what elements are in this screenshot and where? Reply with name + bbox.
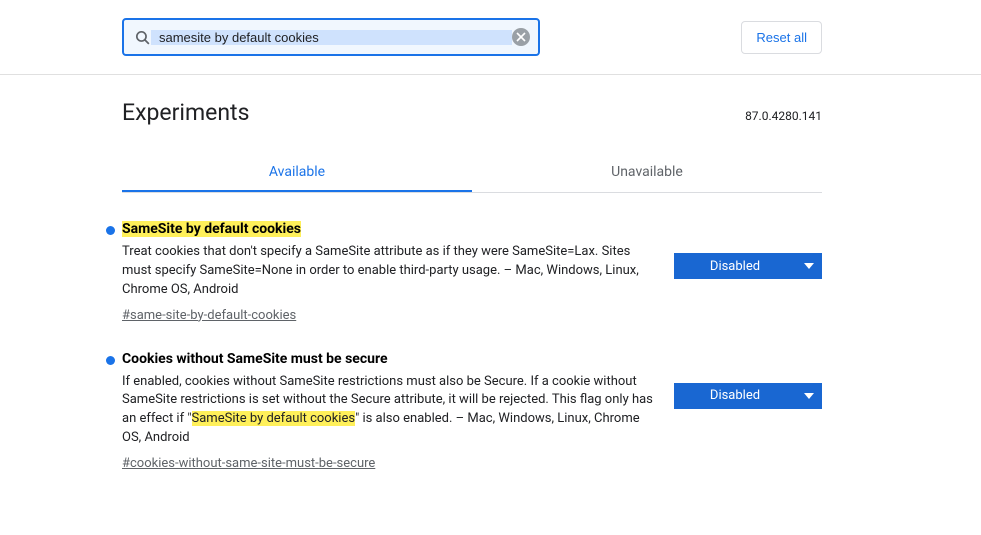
modified-dot-icon (106, 226, 115, 235)
flag-select[interactable]: Disabled (674, 253, 822, 279)
tab-available[interactable]: Available (122, 152, 472, 192)
clear-search-button[interactable] (512, 28, 530, 46)
reset-all-button[interactable]: Reset all (741, 21, 822, 54)
page-title: Experiments (122, 99, 249, 126)
content: Experiments 87.0.4280.141 Available Unav… (122, 75, 822, 471)
chevron-down-icon (804, 263, 814, 269)
flag-anchor-link[interactable]: #same-site-by-default-cookies (122, 308, 296, 323)
flag-item: SameSite by default cookies Treat cookie… (122, 193, 822, 323)
search-input[interactable] (151, 30, 512, 45)
flag-item: Cookies without SameSite must be secure … (122, 323, 822, 471)
flag-title: SameSite by default cookies (122, 221, 654, 237)
version-label: 87.0.4280.141 (745, 109, 822, 123)
highlight: SameSite by default cookies (122, 221, 301, 237)
flag-select-value: Disabled (710, 388, 760, 403)
search-box[interactable] (122, 18, 540, 56)
modified-dot-icon (106, 356, 115, 365)
flag-select-value: Disabled (710, 259, 760, 274)
chevron-down-icon (804, 393, 814, 399)
highlight: SameSite by default cookies (192, 411, 356, 426)
tab-unavailable[interactable]: Unavailable (472, 152, 822, 192)
flag-description: Treat cookies that don't specify a SameS… (122, 243, 654, 300)
flag-select[interactable]: Disabled (674, 383, 822, 409)
tabs: Available Unavailable (122, 152, 822, 193)
search-icon (134, 29, 151, 46)
flag-title: Cookies without SameSite must be secure (122, 351, 654, 367)
flag-anchor-link[interactable]: #cookies-without-same-site-must-be-secur… (122, 456, 375, 471)
top-bar: Reset all (0, 0, 981, 75)
flag-description: If enabled, cookies without SameSite res… (122, 373, 654, 448)
